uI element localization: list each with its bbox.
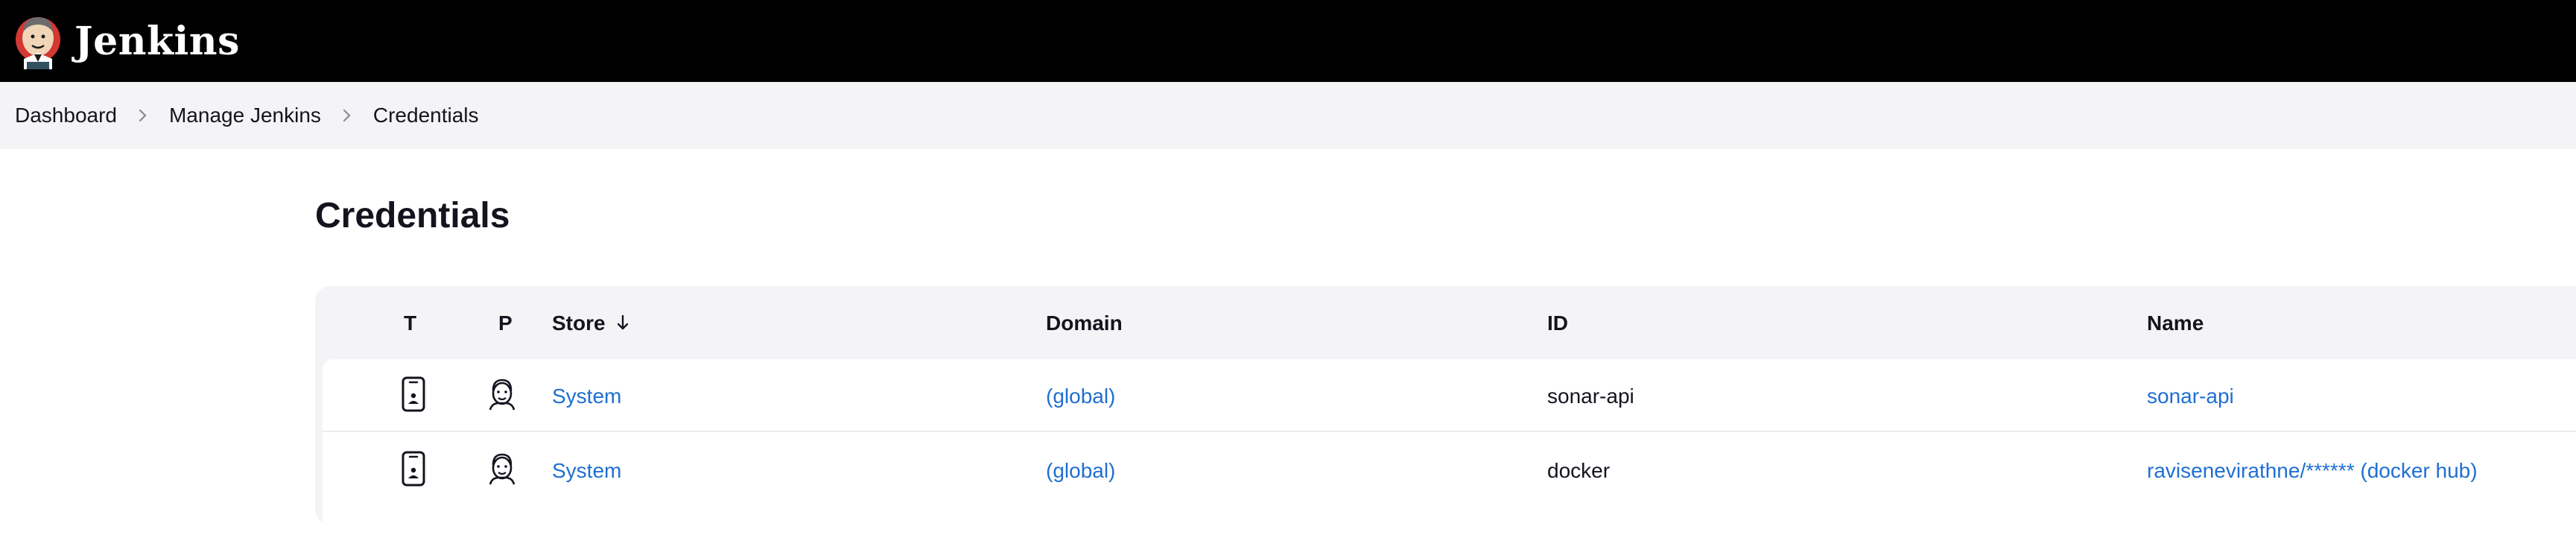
domain-link[interactable]: (global): [1046, 384, 1115, 408]
chevron-right-icon: [321, 108, 373, 123]
mobile-user-credential-icon: [399, 450, 428, 493]
column-header-p[interactable]: P: [498, 311, 513, 335]
credentials-table: T P Store Domain ID Name System (global)…: [315, 286, 2576, 538]
arrow-down-icon: [616, 313, 629, 337]
mobile-user-credential-icon: [399, 376, 428, 418]
credential-id: docker: [1547, 459, 1611, 482]
jenkins-provider-icon: [483, 376, 520, 418]
table-header: T P Store Domain ID Name: [315, 286, 2576, 359]
table-body: System (global) sonar-api sonar-api Syst…: [323, 359, 2576, 538]
table-row: System (global) docker ravisenevirathne/…: [323, 434, 2576, 507]
breadcrumb-dashboard[interactable]: Dashboard: [15, 104, 117, 127]
column-header-store[interactable]: Store: [552, 311, 629, 337]
app-name: Jenkins: [74, 18, 240, 64]
credential-name-link[interactable]: ravisenevirathne/****** (docker hub): [2147, 459, 2478, 483]
jenkins-home-link[interactable]: Jenkins: [13, 0, 240, 82]
jenkins-logo-icon: [13, 10, 63, 72]
column-header-name[interactable]: Name: [2147, 311, 2204, 335]
breadcrumb-credentials[interactable]: Credentials: [373, 104, 479, 127]
chevron-right-icon: [117, 108, 169, 123]
store-link[interactable]: System: [552, 459, 621, 483]
column-header-t[interactable]: T: [404, 311, 416, 335]
breadcrumb-manage-jenkins[interactable]: Manage Jenkins: [169, 104, 321, 127]
jenkins-provider-icon: [483, 450, 520, 493]
column-header-id[interactable]: ID: [1547, 311, 1568, 335]
store-link[interactable]: System: [552, 384, 621, 408]
breadcrumb: Dashboard Manage Jenkins Credentials: [0, 82, 2576, 149]
table-row: System (global) sonar-api sonar-api: [323, 359, 2576, 432]
column-header-store-label: Store: [552, 311, 606, 335]
top-header-bar: Jenkins: [0, 0, 2576, 82]
credential-name-link[interactable]: sonar-api: [2147, 384, 2234, 408]
domain-link[interactable]: (global): [1046, 459, 1115, 483]
credential-id: sonar-api: [1547, 384, 1634, 408]
column-header-domain[interactable]: Domain: [1046, 311, 1123, 335]
page-title: Credentials: [315, 196, 510, 235]
